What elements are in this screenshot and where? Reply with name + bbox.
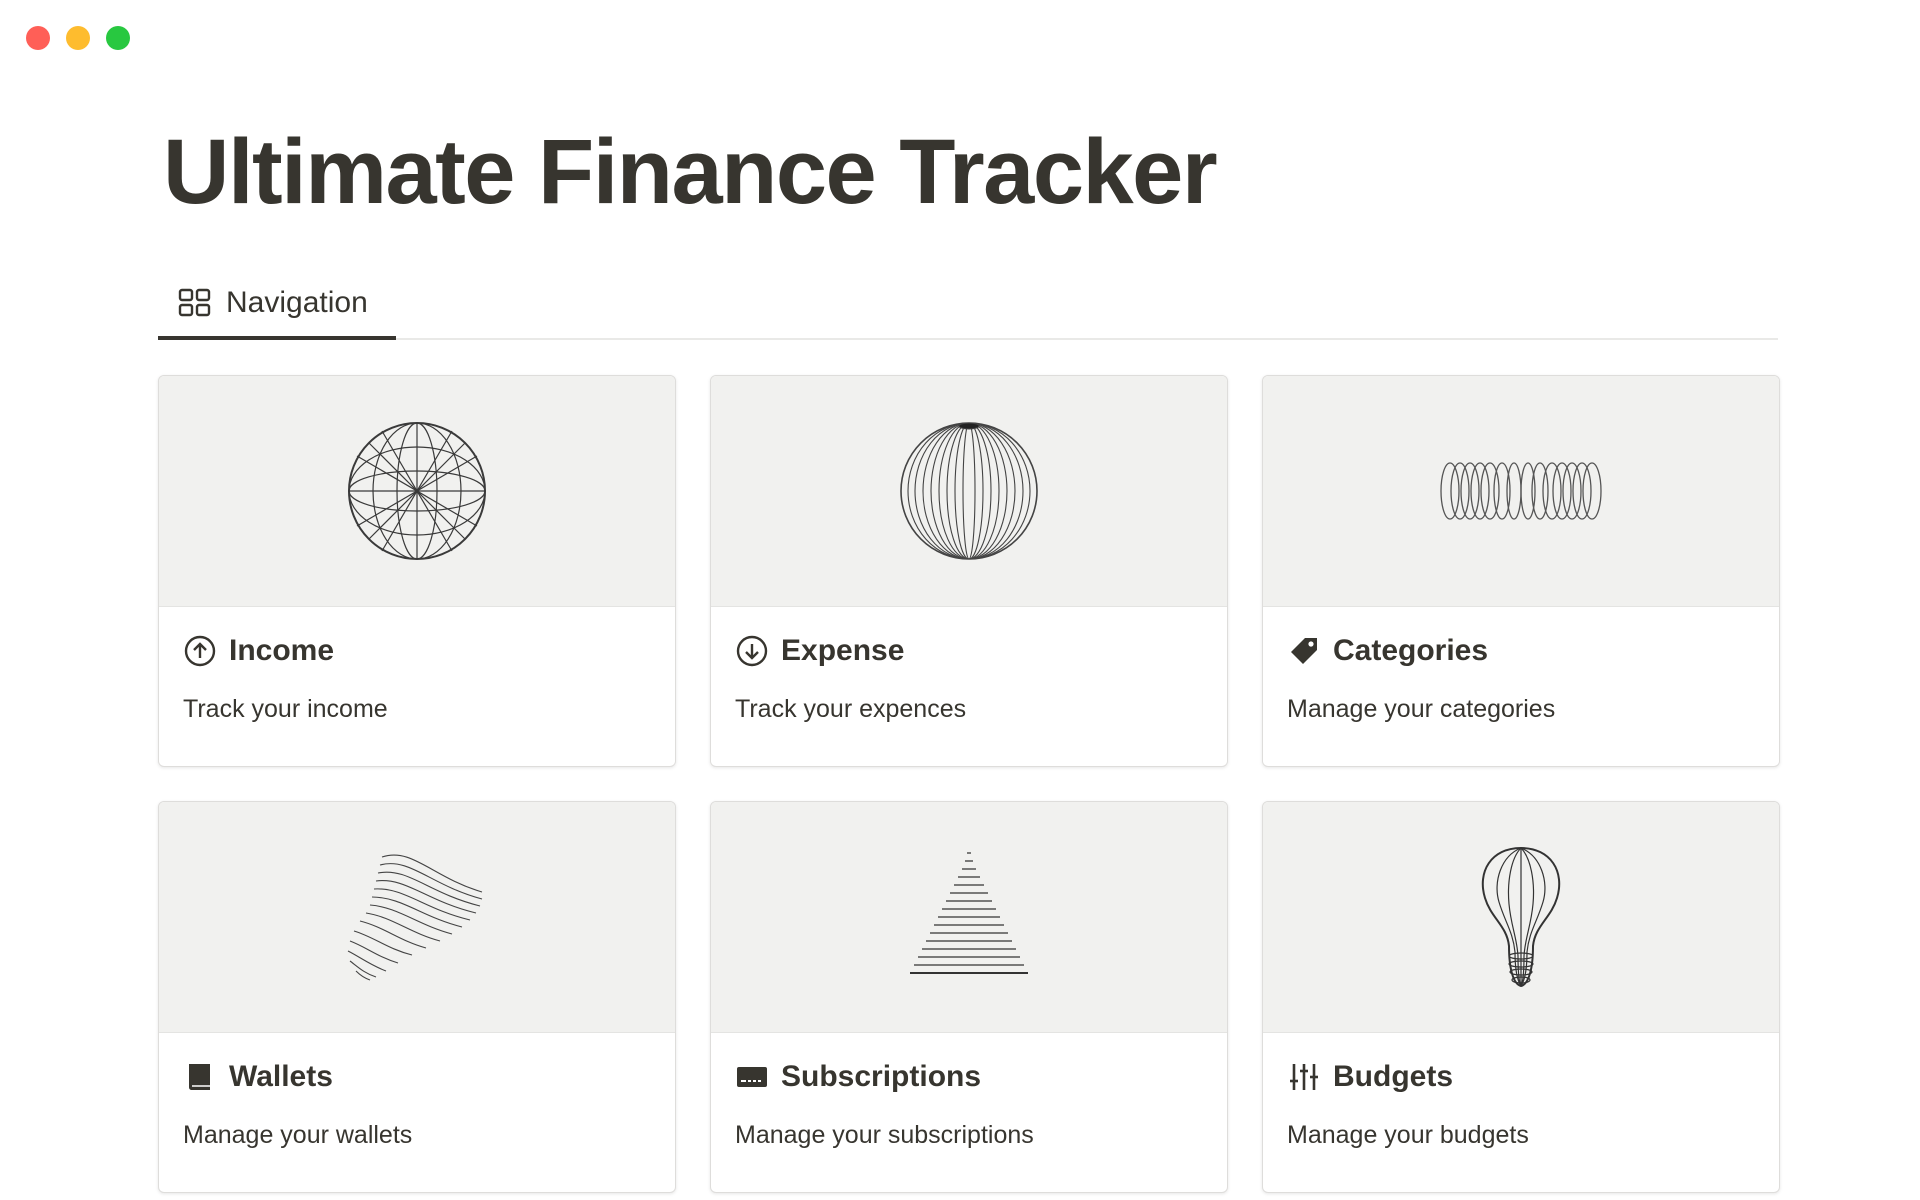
lightbulb-wire-illustration	[1481, 846, 1561, 988]
card-title: Budgets	[1333, 1060, 1453, 1093]
card-expense[interactable]: Expense Track your expences	[710, 375, 1228, 767]
geodesic-sphere-illustration	[348, 422, 486, 560]
striped-sphere-illustration	[900, 422, 1038, 560]
card-description: Manage your wallets	[183, 1121, 413, 1149]
close-window-button[interactable]	[26, 26, 50, 50]
card-description: Track your expences	[735, 695, 967, 723]
card-income[interactable]: Income Track your income	[158, 375, 676, 767]
arrow-down-circle-icon	[735, 634, 769, 668]
minimize-window-button[interactable]	[66, 26, 90, 50]
sliders-icon	[1287, 1060, 1321, 1094]
card-description: Manage your categories	[1287, 695, 1556, 723]
card-description: Manage your subscriptions	[735, 1121, 1034, 1149]
card-title: Expense	[781, 634, 905, 667]
card-cover	[159, 376, 675, 607]
wave-ribbon-illustration	[347, 854, 483, 981]
page-title: Ultimate Finance Tracker	[163, 121, 1218, 223]
card-cover	[1263, 376, 1779, 607]
card-cover	[1263, 802, 1779, 1033]
card-budgets[interactable]: Budgets Manage your budgets	[1262, 801, 1780, 1193]
card-title: Categories	[1333, 634, 1489, 667]
arrow-up-circle-icon	[183, 634, 217, 668]
gallery-grid-icon	[178, 286, 212, 320]
card-title: Subscriptions	[781, 1060, 982, 1093]
coil-rings-illustration	[1440, 462, 1602, 520]
view-tab-bar: Navigation	[158, 270, 1778, 340]
card-cover	[711, 376, 1227, 607]
card-description: Track your income	[183, 695, 388, 723]
navigation-gallery: Income Track your income Expense Track y…	[158, 375, 1780, 1193]
line-pyramid-illustration	[910, 852, 1028, 974]
book-icon	[183, 1060, 217, 1094]
window-controls	[26, 26, 130, 50]
credit-card-icon	[735, 1060, 769, 1094]
card-title: Wallets	[229, 1060, 333, 1093]
card-cover	[711, 802, 1227, 1033]
card-cover	[159, 802, 675, 1033]
zoom-window-button[interactable]	[106, 26, 130, 50]
card-wallets[interactable]: Wallets Manage your wallets	[158, 801, 676, 1193]
tab-navigation[interactable]: Navigation	[158, 270, 396, 340]
card-categories[interactable]: Categories Manage your categories	[1262, 375, 1780, 767]
card-title: Income	[229, 634, 335, 667]
tag-icon	[1287, 634, 1321, 668]
tab-navigation-label: Navigation	[226, 286, 368, 319]
card-subscriptions[interactable]: Subscriptions Manage your subscriptions	[710, 801, 1228, 1193]
card-description: Manage your budgets	[1287, 1121, 1529, 1149]
